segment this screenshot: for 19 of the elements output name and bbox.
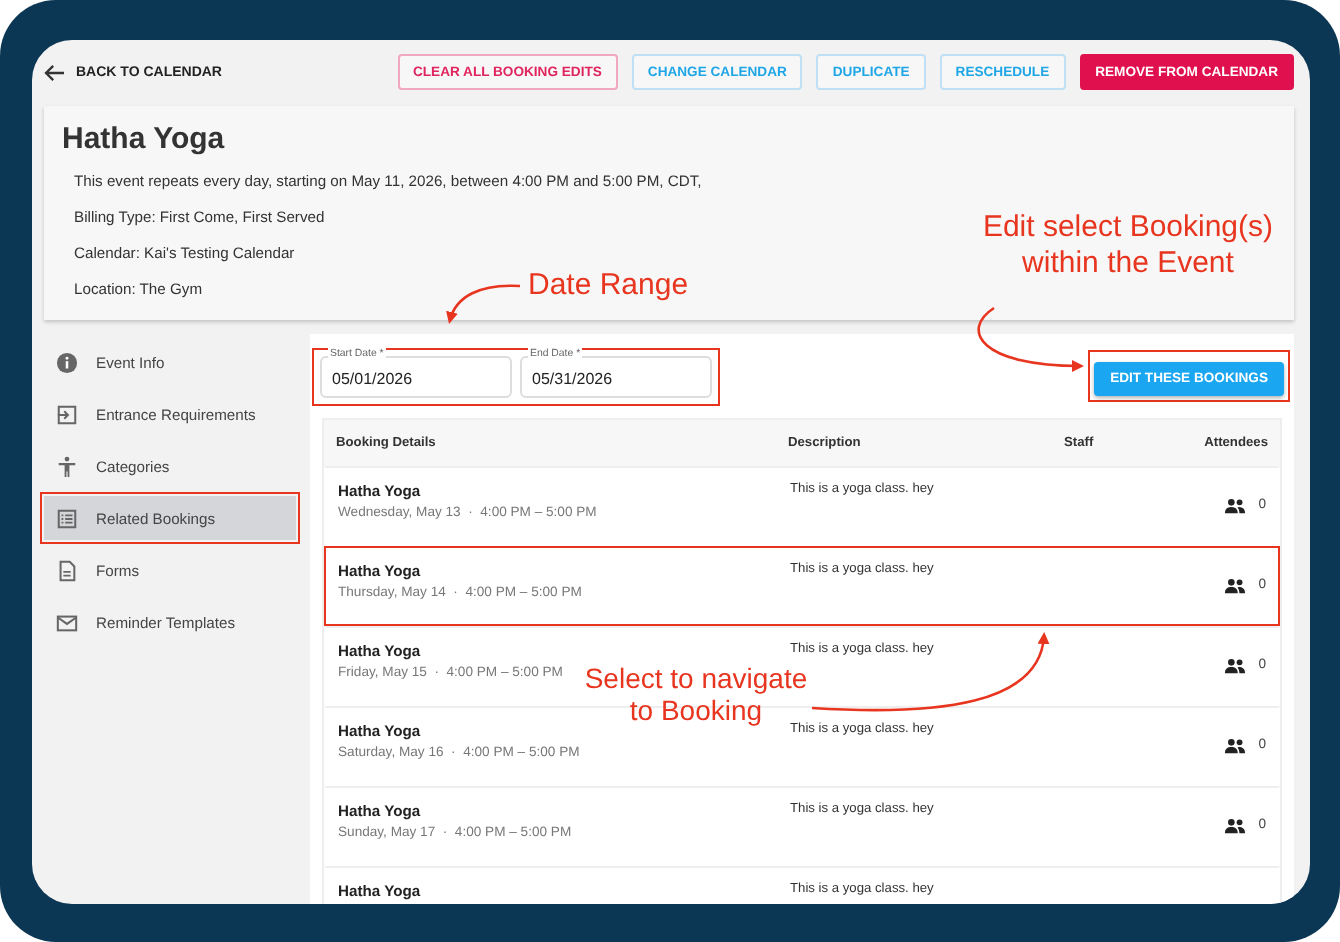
back-arrow-icon (44, 63, 66, 81)
annotation-label: Edit select Booking(s) within the Event (980, 210, 1276, 280)
people-icon (1224, 658, 1247, 674)
annotation-arrow (977, 306, 1084, 372)
annotation-arrow (446, 284, 521, 324)
mail-icon (56, 611, 78, 633)
people-icon (1224, 578, 1247, 594)
date-field[interactable]: 05/01/2026 (320, 355, 512, 397)
people-icon (1224, 498, 1247, 514)
document-icon (56, 559, 78, 581)
info-icon (56, 351, 78, 373)
enter-icon (56, 403, 78, 425)
annotation-label: Date Range (528, 268, 689, 303)
people-icon (1224, 818, 1247, 834)
people-icon (1224, 738, 1247, 754)
date-field[interactable]: 05/31/2026 (520, 355, 712, 397)
person-icon (56, 455, 78, 477)
event-title: Hatha Yoga (62, 122, 227, 156)
list-icon (56, 507, 78, 529)
